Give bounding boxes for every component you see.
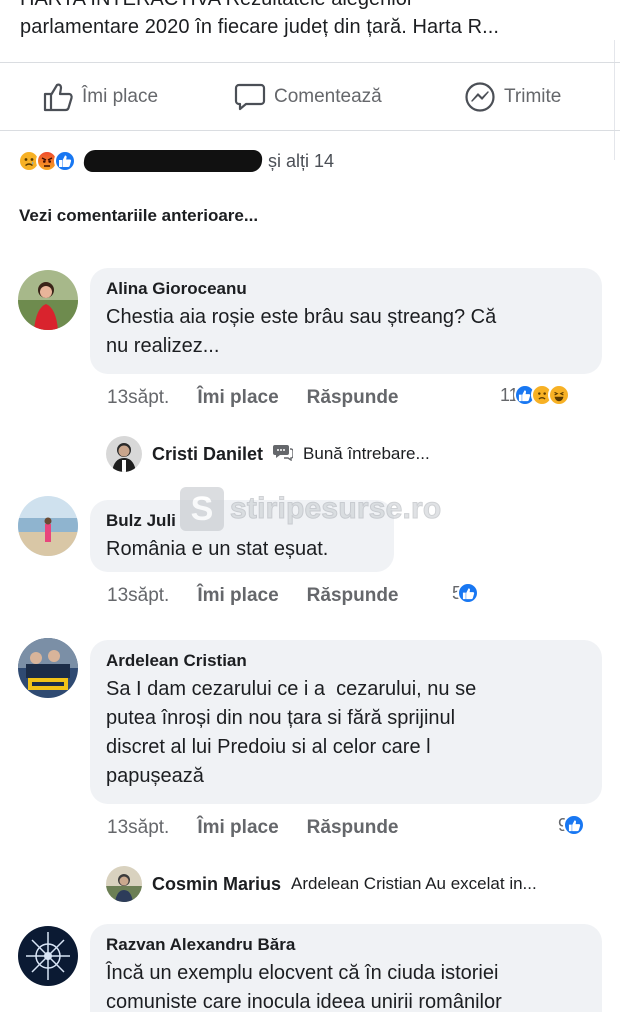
comment-author[interactable]: Razvan Alexandru Băra — [106, 934, 586, 956]
comment-reactions[interactable]: 11 — [500, 384, 570, 406]
comment-text-line: Sa I dam cezarului ce i a cezarului, nu … — [106, 678, 477, 700]
like-icon — [54, 150, 76, 172]
comment-author[interactable]: Alina Gioroceanu — [106, 278, 586, 300]
comment-reactions[interactable]: 9 — [558, 814, 586, 836]
redacted-names — [82, 150, 264, 172]
comment-timestamp[interactable]: 13săpt. — [107, 817, 169, 839]
avatar[interactable] — [18, 270, 78, 330]
comment-text-line: papușează — [106, 765, 204, 787]
post-action-bar: Îmi place Comentează Trimite — [0, 76, 620, 118]
like-button[interactable]: Îmi place — [42, 76, 158, 118]
comment-text-line: putea înroși din nou țara si fără spriji… — [106, 707, 456, 729]
comment-text: Sa I dam cezarului ce i a cezarului, nu … — [106, 675, 586, 791]
reply-preview[interactable]: Cosmin Marius Ardelean Cristian Au excel… — [106, 866, 537, 902]
speech-bubble-icon — [234, 82, 266, 112]
comment-reply-button[interactable]: Răspunde — [307, 817, 399, 839]
post-title[interactable]: HARTA INTERACTIVA Rezultatele alegerilor… — [20, 0, 600, 48]
avatar[interactable] — [18, 926, 78, 986]
avatar[interactable] — [18, 638, 78, 698]
comment-meta: 13săpt. Îmi place Răspunde — [107, 585, 427, 607]
comment-meta: 13săpt. Îmi place Răspunde — [107, 387, 427, 409]
comment-bubble: Razvan Alexandru Băra Încă un exemplu el… — [90, 924, 602, 1021]
comment-text-line: discret al lui Predoiu si al celor care … — [106, 736, 431, 758]
comment-reply-button[interactable]: Răspunde — [307, 585, 399, 607]
reply-author[interactable]: Cosmin Marius — [152, 874, 281, 895]
divider — [0, 130, 620, 131]
thumbs-up-icon — [42, 82, 74, 112]
comment-bubble: Ardelean Cristian Sa I dam cezarului ce … — [90, 640, 602, 804]
share-button[interactable]: Trimite — [464, 76, 561, 118]
reply-text: Ardelean Cristian Au excelat in... — [291, 874, 537, 893]
comment-text: Chestia aia roșie este brâu sau ștreang?… — [106, 303, 586, 361]
bottom-edge — [0, 1012, 620, 1021]
comment-meta: 13săpt. Îmi place Răspunde — [107, 817, 427, 839]
post-title-line1: HARTA INTERACTIVA Rezultatele alegerilor — [20, 0, 413, 11]
reply-chat-icon — [273, 443, 294, 466]
comment-timestamp[interactable]: 13săpt. — [107, 585, 169, 607]
comment-like-button[interactable]: Îmi place — [197, 387, 278, 409]
comment-text-line: Încă un exemplu elocvent că în ciuda ist… — [106, 962, 499, 984]
view-previous-comments-link[interactable]: Vezi comentariile anterioare... — [19, 206, 258, 226]
like-button-label: Îmi place — [82, 86, 159, 107]
laugh-icon — [547, 384, 570, 406]
comment-text: România e un stat eșuat. — [106, 535, 378, 564]
watermark: S stiripesurse.ro — [180, 487, 442, 531]
reply-text: Bună întrebare... — [303, 444, 430, 463]
comment-text-line: nu realizez... — [106, 335, 220, 357]
divider — [0, 62, 620, 63]
comment-reply-button[interactable]: Răspunde — [307, 387, 399, 409]
comment-reactions[interactable]: 5 — [452, 582, 480, 604]
avatar[interactable] — [18, 496, 78, 556]
comment-like-button[interactable]: Îmi place — [197, 817, 278, 839]
comment-text-line: Chestia aia roșie este brâu sau ștreang?… — [106, 306, 497, 328]
reply-preview[interactable]: Cristi Danilet Bună întrebare... — [106, 436, 430, 472]
comment-button-label: Comentează — [274, 86, 382, 107]
reactions-others-text[interactable]: și alți 14 — [268, 151, 334, 172]
comment-button[interactable]: Comentează — [234, 76, 382, 118]
like-icon — [563, 814, 586, 836]
post-title-line2: parlamentare 2020 în fiecare județ din ț… — [20, 16, 500, 38]
watermark-text: stiripesurse.ro — [229, 492, 442, 526]
comment-text: Încă un exemplu elocvent că în ciuda ist… — [106, 959, 586, 1017]
comment-bubble: Alina Gioroceanu Chestia aia roșie este … — [90, 268, 602, 374]
avatar[interactable] — [106, 866, 142, 902]
reactions-summary[interactable]: și alți 14 — [18, 148, 334, 174]
comment-author[interactable]: Ardelean Cristian — [106, 650, 586, 672]
messenger-icon — [464, 81, 496, 113]
comment-text-line: România e un stat eșuat. — [106, 538, 329, 560]
like-icon — [457, 582, 480, 604]
share-button-label: Trimite — [504, 86, 562, 107]
avatar[interactable] — [106, 436, 142, 472]
comment-timestamp[interactable]: 13săpt. — [107, 387, 169, 409]
reply-author[interactable]: Cristi Danilet — [152, 444, 263, 465]
watermark-logo: S — [180, 487, 224, 531]
comment-like-button[interactable]: Îmi place — [197, 585, 278, 607]
